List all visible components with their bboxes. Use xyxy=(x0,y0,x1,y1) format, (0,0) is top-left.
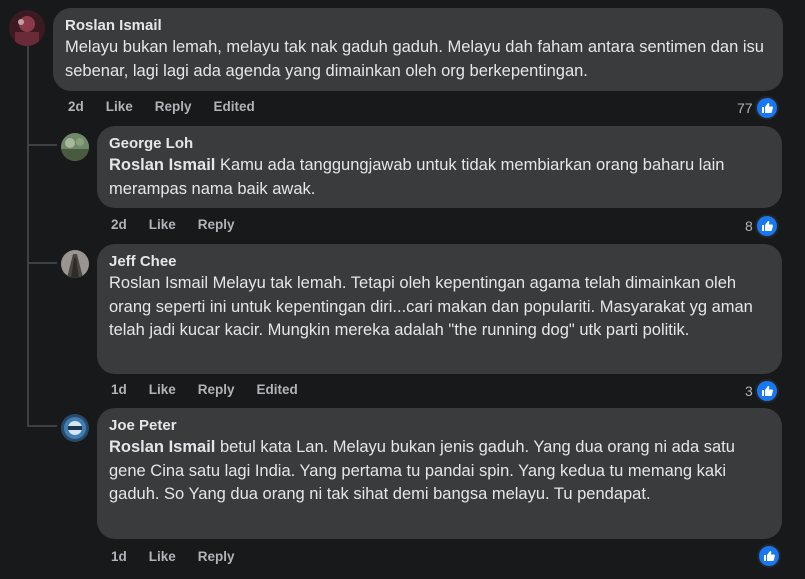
like-button[interactable]: Like xyxy=(106,99,133,114)
reply-button[interactable]: Reply xyxy=(155,99,192,114)
comment-text: Roslan Ismail Melayu tak lemah. Tetapi o… xyxy=(109,274,753,339)
comment-bubble: Roslan Ismail Melayu bukan lemah, melayu… xyxy=(53,8,783,91)
thread-line-branch-3 xyxy=(27,425,57,427)
thread-line-vertical xyxy=(27,46,29,426)
comment-timestamp[interactable]: 2d xyxy=(68,99,84,114)
comment-bubble: George Loh Roslan Ismail Kamu ada tanggu… xyxy=(97,126,782,208)
comment-text: Melayu bukan lemah, melayu tak nak gaduh… xyxy=(65,38,764,80)
avatar[interactable] xyxy=(61,250,89,278)
edited-label[interactable]: Edited xyxy=(214,99,255,114)
reply-button[interactable]: Reply xyxy=(198,382,235,397)
reaction-summary[interactable] xyxy=(757,544,781,568)
mention-tag[interactable]: Roslan Ismail xyxy=(109,156,215,174)
comment-bubble: Joe Peter Roslan Ismail betul kata Lan. … xyxy=(97,408,782,539)
reply-button[interactable]: Reply xyxy=(198,217,235,232)
like-button[interactable]: Like xyxy=(149,382,176,397)
reaction-count: 77 xyxy=(737,100,753,116)
thread-line-branch-2 xyxy=(27,262,57,264)
thumbs-up-icon xyxy=(754,379,779,403)
comment-author[interactable]: Jeff Chee xyxy=(109,252,770,272)
reaction-count: 8 xyxy=(745,218,753,234)
like-button[interactable]: Like xyxy=(149,217,176,232)
thumbs-up-icon xyxy=(754,96,779,120)
comment-text: Roslan Ismail Kamu ada tanggungjawab unt… xyxy=(109,154,770,201)
mention-tag[interactable]: Roslan Ismail xyxy=(109,438,215,456)
comment-timestamp[interactable]: 1d xyxy=(111,549,127,564)
comment-text: Roslan Ismail betul kata Lan. Melayu buk… xyxy=(109,436,770,507)
comment-timestamp[interactable]: 1d xyxy=(111,382,127,397)
reply-button[interactable]: Reply xyxy=(198,549,235,564)
comment-author[interactable]: Joe Peter xyxy=(109,416,770,436)
edited-label[interactable]: Edited xyxy=(257,382,298,397)
comment-actions: 1d Like Reply Edited xyxy=(111,382,298,397)
comment-author[interactable]: Roslan Ismail xyxy=(65,16,771,36)
avatar[interactable] xyxy=(61,414,89,442)
comment-actions: 2d Like Reply Edited xyxy=(68,99,255,114)
reaction-summary[interactable]: 8 xyxy=(745,214,779,238)
reaction-count: 3 xyxy=(745,383,753,399)
thumbs-up-icon xyxy=(754,214,779,238)
comment-actions: 1d Like Reply xyxy=(111,549,235,564)
reaction-summary[interactable]: 77 xyxy=(737,96,779,120)
reaction-summary[interactable]: 3 xyxy=(745,379,779,403)
comment-bubble: Jeff Chee Roslan Ismail Melayu tak lemah… xyxy=(97,244,782,374)
comment-timestamp[interactable]: 2d xyxy=(111,217,127,232)
thumbs-up-icon xyxy=(757,544,781,568)
avatar[interactable] xyxy=(61,133,89,161)
comment-actions: 2d Like Reply xyxy=(111,217,235,232)
comment-author[interactable]: George Loh xyxy=(109,134,770,154)
avatar[interactable] xyxy=(9,10,45,46)
like-button[interactable]: Like xyxy=(149,549,176,564)
thread-line-branch-1 xyxy=(27,144,57,146)
